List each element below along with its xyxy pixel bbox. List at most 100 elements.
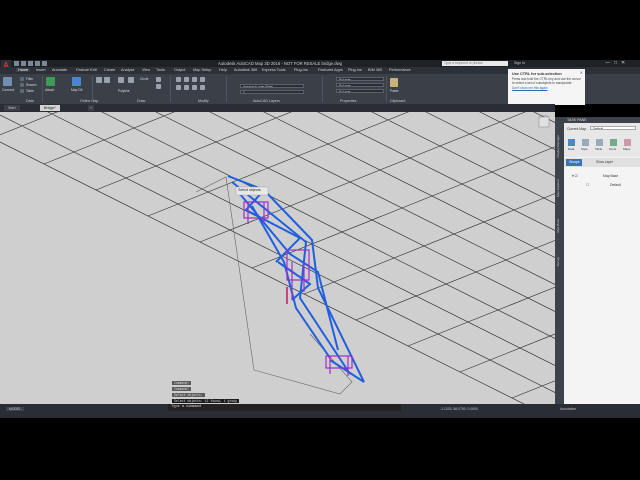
tab-performance[interactable]: Performance	[389, 68, 411, 72]
tab-bim-360[interactable]: BIM 360	[368, 68, 382, 72]
current-layer-dropdown[interactable]: 0	[240, 90, 304, 94]
line-icon[interactable]	[96, 77, 102, 83]
paste-icon[interactable]	[390, 78, 398, 87]
tab-plug-ins[interactable]: Plug-ins	[294, 68, 308, 72]
scale-icon[interactable]	[200, 85, 205, 90]
open-icon[interactable]	[21, 61, 26, 66]
drawing-viewport[interactable]: Select objects:	[0, 112, 555, 410]
minimize-button[interactable]: —	[605, 60, 610, 66]
rail-tab-display-manager[interactable]: Display Manager	[556, 135, 563, 158]
tab-home[interactable]: Home	[16, 68, 31, 72]
current-map-label: Current Map:	[567, 127, 587, 131]
connect-icon[interactable]	[3, 77, 12, 86]
save-icon[interactable]	[28, 61, 33, 66]
rotate-icon[interactable]	[184, 77, 189, 82]
lineweight-dropdown[interactable]: ByLayer	[336, 89, 384, 93]
model-tab[interactable]: MODEL	[6, 407, 25, 411]
doc-tab-start[interactable]: Start	[4, 105, 20, 111]
mirror-icon[interactable]	[176, 85, 181, 90]
tooltip-close-button[interactable]: ✕	[580, 70, 583, 75]
new-tab-button[interactable]: +	[88, 105, 95, 111]
tab-tools[interactable]: Tools	[156, 68, 165, 72]
map-dif-icon[interactable]	[72, 77, 81, 86]
tab-feature-edit[interactable]: Feature Edit	[76, 68, 97, 72]
tree-expander-icon[interactable]: ▾ ☑	[572, 174, 578, 178]
linetype-dropdown[interactable]: ByLayer	[336, 83, 384, 87]
tab-autodesk-360[interactable]: Autodesk 360	[234, 68, 257, 72]
attach-icon[interactable]	[46, 77, 55, 86]
tab-express-tools[interactable]: Express Tools	[262, 68, 286, 72]
rectangle-icon[interactable]	[156, 77, 161, 82]
style-icon[interactable]	[582, 139, 589, 146]
panel-divider	[226, 76, 227, 102]
move-icon[interactable]	[176, 77, 181, 82]
tools-icon[interactable]	[610, 139, 617, 146]
tab-plug-ins-2[interactable]: Plug-ins	[348, 68, 362, 72]
panel-title-layers: AutoCAD Layers	[253, 98, 280, 103]
map-dif-button[interactable]: Map Dif	[71, 88, 82, 92]
color-dropdown[interactable]: ByLayer	[336, 77, 384, 81]
tab-create[interactable]: Create	[104, 68, 115, 72]
tab-insert[interactable]: Insert	[36, 68, 46, 72]
tooltip-dismiss-link[interactable]: Don't show me this again	[512, 86, 581, 90]
quick-access-toolbar	[14, 61, 47, 66]
search-button[interactable]: Search	[26, 83, 36, 87]
filter-icon[interactable]	[20, 77, 24, 81]
current-map-dropdown[interactable]: Default	[590, 126, 636, 130]
redo-icon[interactable]	[42, 61, 47, 66]
command-input[interactable]: Type a command	[168, 404, 401, 411]
panel-divider	[170, 76, 171, 102]
doc-tab-bridge[interactable]: Bridge*	[40, 105, 60, 111]
tree-item-default[interactable]: Default	[610, 183, 621, 187]
bridge-model-canvas[interactable]	[0, 112, 555, 410]
attach-button[interactable]: Attach	[45, 88, 54, 92]
new-icon[interactable]	[14, 61, 19, 66]
show-layer-button[interactable]: Show Layer	[596, 160, 613, 164]
layer-state-dropdown[interactable]: Unsaved Layer State	[240, 84, 304, 88]
tab-output[interactable]: Output	[174, 68, 185, 72]
fillet-icon[interactable]	[184, 85, 189, 90]
sign-in-link[interactable]: Sign In	[514, 61, 525, 65]
tab-featured-apps[interactable]: Featured Apps	[318, 68, 343, 72]
table-icon[interactable]	[20, 89, 24, 93]
groups-button[interactable]: Groups	[566, 159, 583, 166]
search-icon[interactable]	[20, 83, 24, 87]
search-input[interactable]: Type a keyword or phrase	[442, 61, 508, 66]
data-icon[interactable]	[568, 139, 575, 146]
maximize-button[interactable]: □	[614, 60, 617, 66]
tab-view[interactable]: View	[142, 68, 150, 72]
rail-tab-survey[interactable]: Survey	[556, 257, 563, 266]
trim-icon[interactable]	[192, 77, 197, 82]
bridge-piers[interactable]	[243, 201, 353, 376]
letterbox-top	[0, 0, 640, 60]
connect-button[interactable]: Connect	[2, 88, 14, 92]
stretch-icon[interactable]	[192, 85, 197, 90]
maps-icon[interactable]	[624, 139, 631, 146]
table-icon[interactable]	[596, 139, 603, 146]
filter-button[interactable]: Filter	[26, 77, 33, 81]
tab-help[interactable]: Help	[219, 68, 227, 72]
viewcube-icon[interactable]	[537, 114, 551, 129]
circle-icon[interactable]	[128, 77, 134, 83]
tab-map-setup[interactable]: Map Setup	[193, 68, 211, 72]
tooltip-title: Use CTRL for sub-selection	[512, 72, 562, 76]
paste-button[interactable]: Paste	[390, 89, 398, 93]
copy-icon[interactable]	[200, 77, 205, 82]
tab-annotate[interactable]: Annotate	[52, 68, 67, 72]
tree-item-map-base[interactable]: Map Base	[603, 174, 618, 178]
polyline-button[interactable]: Polyline	[118, 89, 130, 93]
table-button[interactable]: Table	[26, 89, 34, 93]
annotation-scale[interactable]: Annotative	[560, 407, 576, 411]
close-button[interactable]: ✕	[621, 60, 625, 66]
polyline-icon[interactable]	[118, 77, 124, 83]
tool-label-maps: Maps	[623, 147, 631, 151]
tab-analyze[interactable]: Analyze	[121, 68, 135, 72]
rail-tab-map-explorer[interactable]: Map Explorer	[556, 179, 563, 197]
undo-icon[interactable]	[35, 61, 40, 66]
circle-button[interactable]: Circle	[140, 77, 148, 81]
arc-icon[interactable]	[104, 77, 110, 83]
rail-tab-map-book[interactable]: Map Book	[556, 219, 563, 233]
coordinate-readout: -1.1203, 56.0750, 0.0000	[440, 407, 478, 411]
tree-checkbox-icon[interactable]: ☐	[586, 183, 589, 187]
hatch-icon[interactable]	[156, 84, 161, 89]
